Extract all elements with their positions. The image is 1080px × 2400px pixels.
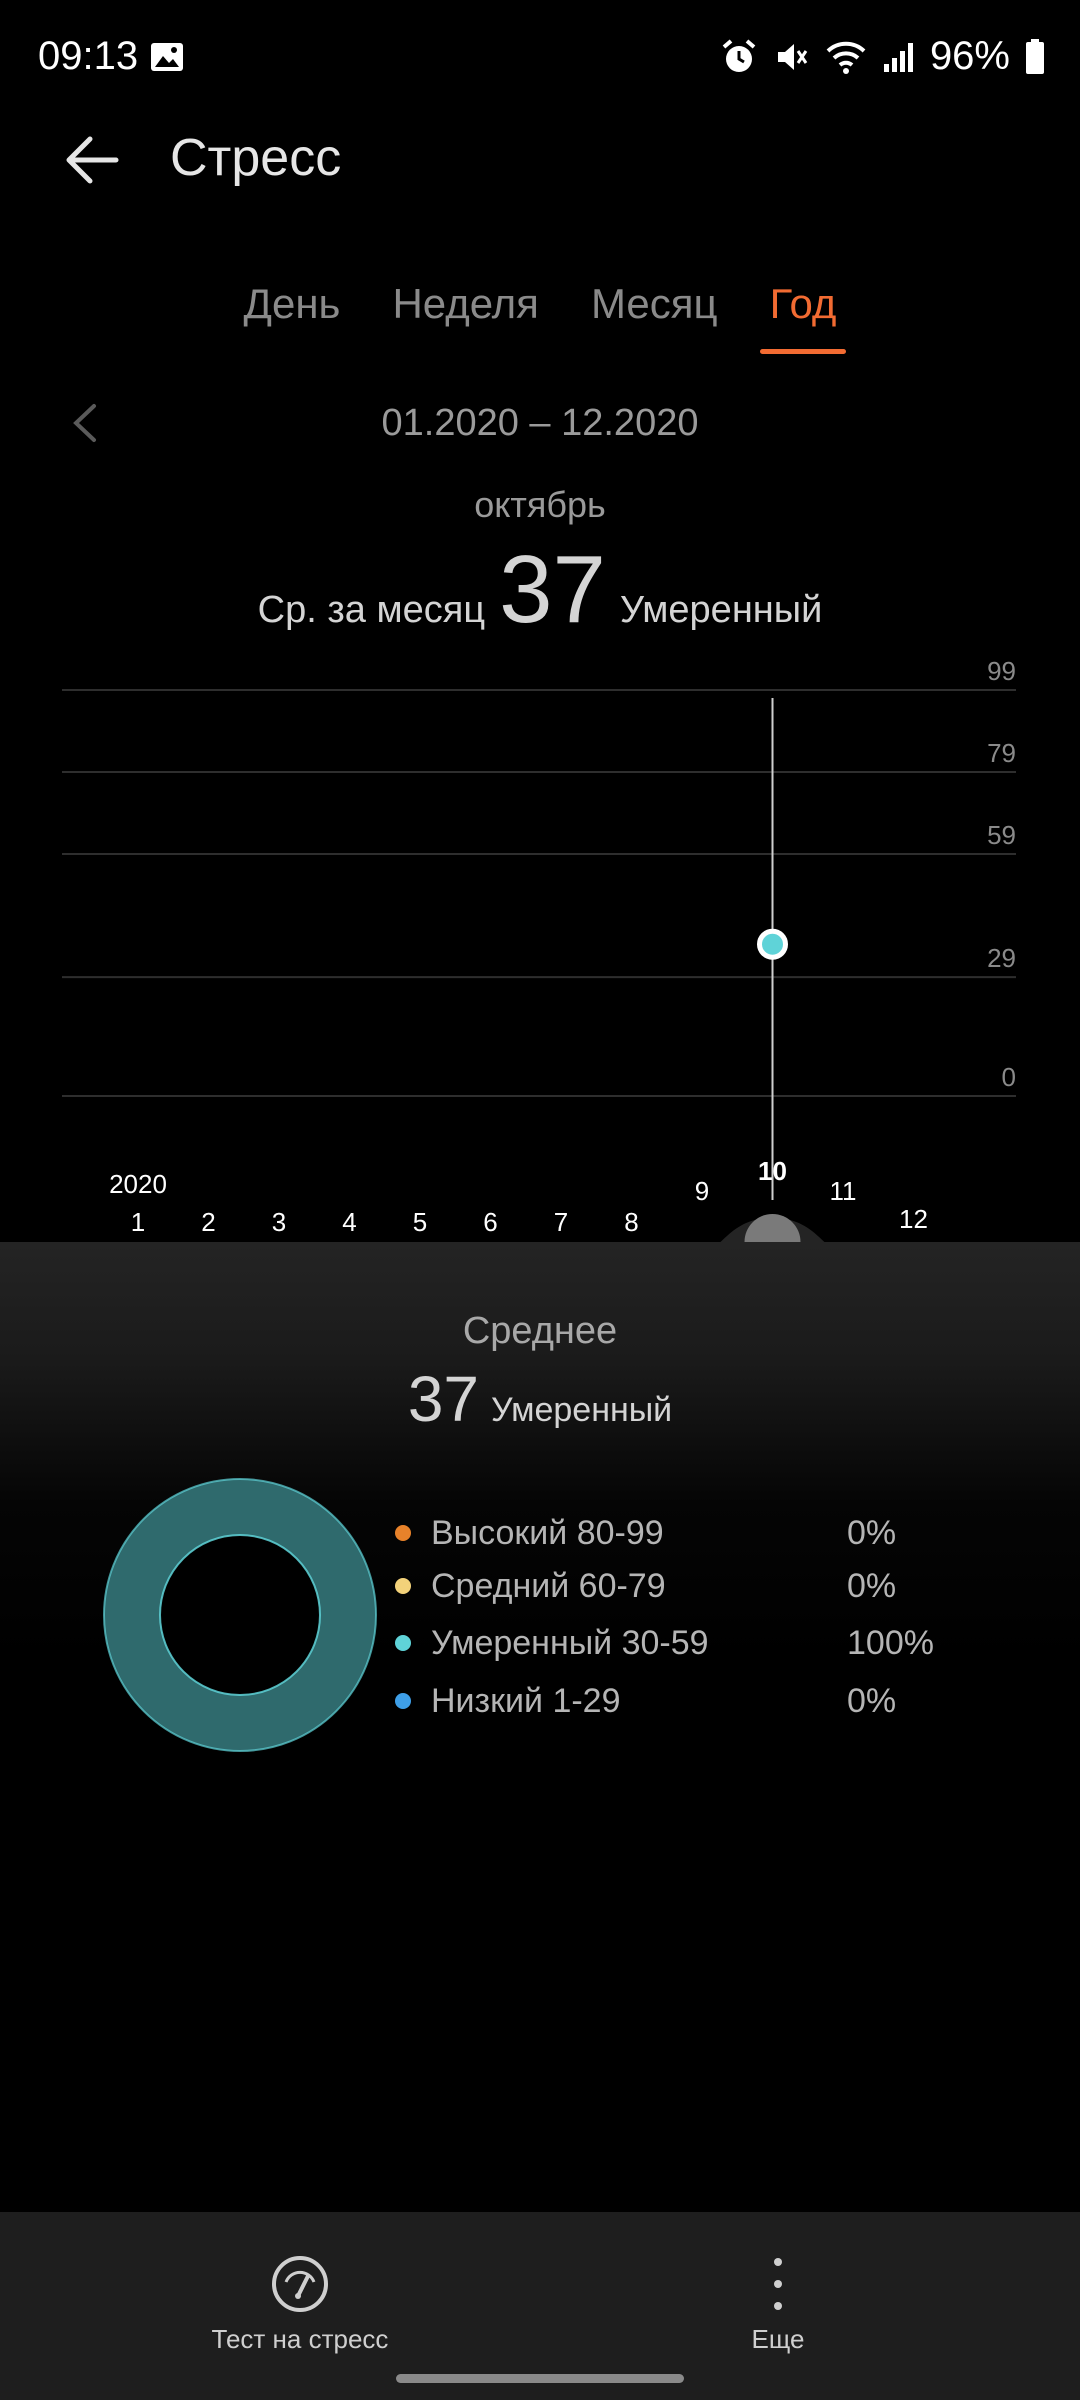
- y-tick-label: 59: [987, 820, 1016, 850]
- month-average-label: Ср. за месяц: [257, 589, 486, 631]
- date-range: 01.2020 – 12.2020: [381, 402, 699, 444]
- y-tick-label: 79: [987, 738, 1016, 768]
- bottom-action-bar: Тест на стресс Еще: [0, 2212, 1080, 2400]
- summary-average-level: Умеренный: [491, 1391, 673, 1429]
- stress-test-button[interactable]: Тест на стресс: [200, 2212, 400, 2382]
- x-tick-label: 8: [624, 1207, 638, 1237]
- donut-hole: [159, 1534, 321, 1696]
- legend-label-medium: Средний 60-79: [431, 1566, 666, 1605]
- tab-week[interactable]: Неделя: [388, 280, 543, 328]
- x-tick-label: 11: [830, 1176, 857, 1206]
- page-title: Стресс: [170, 129, 342, 187]
- tab-year[interactable]: Год: [759, 280, 847, 354]
- x-tick-label: 12: [899, 1204, 928, 1234]
- legend-label-moderate: Умеренный 30-59: [431, 1623, 709, 1662]
- wifi-icon: [826, 41, 866, 74]
- battery-percent: 96%: [929, 34, 1010, 78]
- x-tick-label: 10: [758, 1156, 787, 1186]
- stress-test-label: Тест на стресс: [211, 2324, 389, 2354]
- y-tick-label: 99: [987, 656, 1016, 686]
- month-average-value: 37: [499, 536, 606, 643]
- tab-month[interactable]: Месяц: [587, 280, 722, 328]
- x-tick-label: 6: [483, 1207, 497, 1237]
- x-tick-label: 7: [554, 1207, 568, 1237]
- tab-day[interactable]: День: [240, 280, 345, 328]
- y-tick-label: 29: [987, 943, 1016, 973]
- legend-dot-moderate: [395, 1635, 411, 1651]
- back-arrow-icon[interactable]: [60, 125, 130, 195]
- data-point: [757, 928, 788, 960]
- legend-dot-medium: [395, 1578, 411, 1594]
- legend-percent-moderate: 100%: [847, 1623, 934, 1662]
- legend-dot-low: [395, 1693, 411, 1709]
- month-average: Ср. за месяц 37 Умеренный: [0, 535, 1080, 645]
- selected-month: октябрь: [474, 484, 606, 525]
- legend-percent-high: 0%: [847, 1513, 897, 1552]
- x-tick-label: 3: [272, 1207, 286, 1237]
- legend-percent-medium: 0%: [847, 1566, 897, 1605]
- x-tick-label: 5: [413, 1207, 427, 1237]
- period-tabs: День Неделя Месяц Год: [0, 280, 1080, 354]
- legend-item-moderate: Умеренный 30-59 100%: [395, 1618, 995, 1668]
- more-label: Еще: [751, 2324, 805, 2354]
- year-label: 2020: [109, 1169, 167, 1199]
- legend-percent-low: 0%: [847, 1681, 897, 1720]
- stress-year-chart[interactable]: 99795929020201 2 3 4 5 6 7 89101112: [0, 640, 1080, 1260]
- home-indicator[interactable]: [396, 2374, 684, 2383]
- stress-distribution-donut: [103, 1478, 377, 1752]
- more-button[interactable]: Еще: [718, 2212, 838, 2382]
- x-tick-label: 2: [201, 1207, 215, 1237]
- alarm-icon: [722, 38, 756, 72]
- summary-average: 37 Умеренный: [0, 1362, 1080, 1436]
- status-icons: 96%: [720, 34, 1046, 79]
- mute-icon: [777, 43, 808, 70]
- gallery-icon: [151, 43, 183, 71]
- summary-title: Среднее: [462, 1310, 618, 1352]
- x-tick-label: 4: [342, 1207, 356, 1237]
- month-average-level: Умеренный: [619, 589, 823, 631]
- legend-dot-high: [395, 1525, 411, 1541]
- summary-average-value: 37: [407, 1363, 480, 1435]
- more-vertical-icon: [774, 2258, 782, 2310]
- legend-item-low: Низкий 1-29 0%: [395, 1676, 995, 1726]
- legend-item-medium: Средний 60-79 0%: [395, 1561, 995, 1611]
- battery-icon: [1026, 38, 1044, 74]
- status-time: 09:13: [38, 34, 139, 78]
- legend-item-high: Высокий 80-99 0%: [395, 1508, 995, 1558]
- y-tick-label: 0: [1002, 1062, 1016, 1092]
- legend-label-high: Высокий 80-99: [431, 1513, 664, 1552]
- legend-label-low: Низкий 1-29: [431, 1681, 621, 1720]
- gauge-icon: [272, 2256, 328, 2312]
- x-tick-label: 1: [131, 1207, 145, 1237]
- x-tick-label: 9: [695, 1176, 709, 1206]
- signal-icon: [883, 42, 913, 72]
